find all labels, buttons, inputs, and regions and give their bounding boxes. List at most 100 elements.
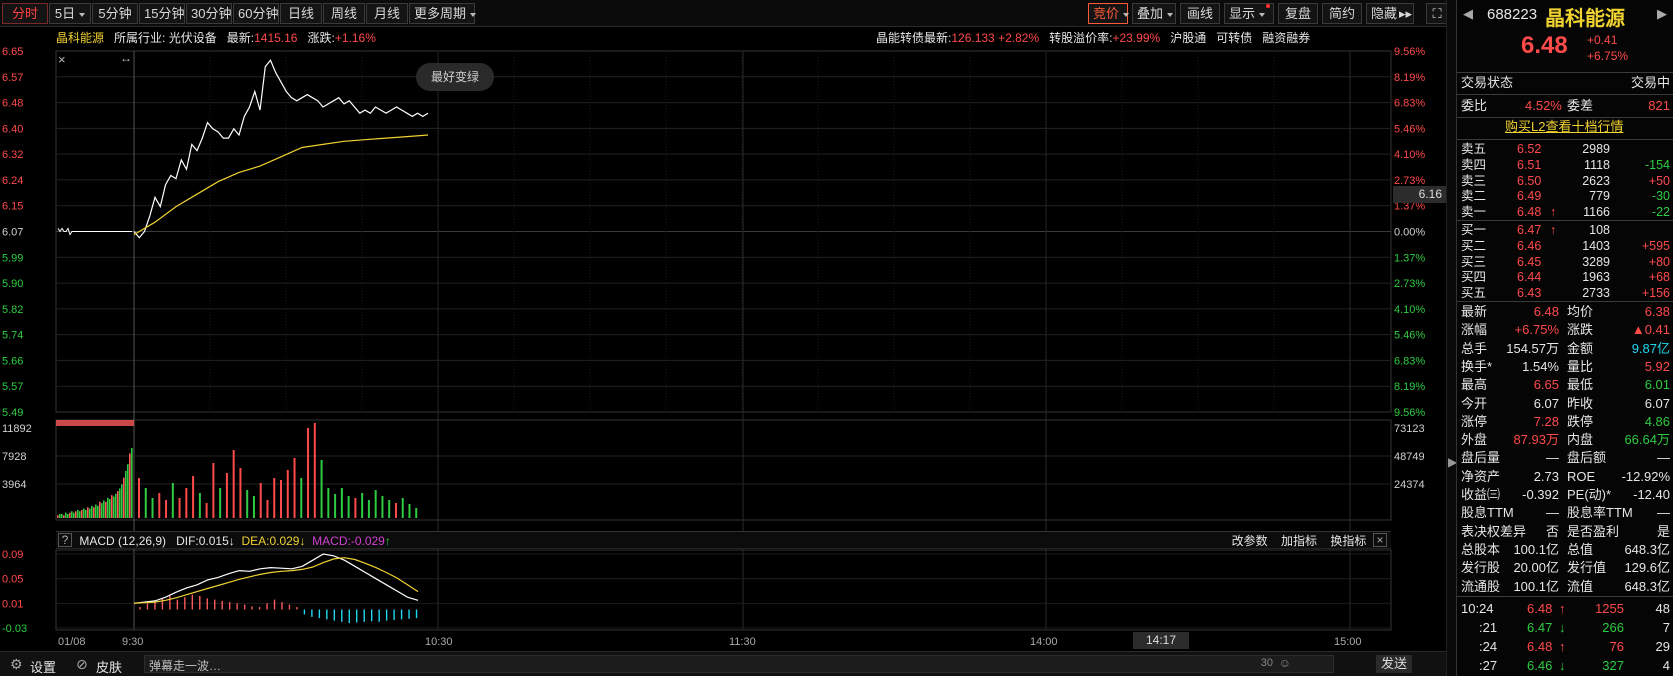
trade-state-row: 交易状态 交易中 [1457,74,1673,92]
asks-change: -22 [1651,205,1670,220]
asks-change: -30 [1651,189,1670,204]
price-tick-label: 6.65 [2,46,23,58]
stat-label: PE(动)* [1567,487,1612,502]
stat-row: 总手 154.57万 金额 9.87亿 [1457,340,1673,358]
macd-value: MACD:-0.029 [312,534,385,548]
close-icon[interactable]: × [58,52,66,67]
time-tick-label: 10:30 [425,636,453,648]
l2-link[interactable]: 购买L2查看十档行情 [1505,118,1623,136]
tick-volume: 1255 [1595,601,1624,616]
pct-tick-label: 5.46% [1394,123,1425,135]
asks-label: 卖四 [1461,157,1487,172]
stat-value: 6.07 [1644,395,1670,411]
premarket-volume-bar [101,503,103,518]
edit-params-button[interactable]: 改参数 [1232,534,1268,548]
cursor-time-label: 14:17 [1133,632,1189,649]
macd-params[interactable]: MACD (12,26,9) [79,534,166,548]
arrow-up-icon: ↑ [1559,601,1566,616]
time-tick-label: 14:00 [1030,636,1058,648]
skin-icon[interactable]: ⊘ [76,656,88,673]
add-indicator-button[interactable]: 加指标 [1281,534,1317,548]
chevron-left-icon[interactable]: ◀ [1463,6,1473,22]
stat-value: 否 [1545,523,1559,539]
premarket-volume-bar [105,501,107,518]
stat-label: 总值 [1567,541,1594,557]
premarket-volume-bar [111,495,113,518]
emoji-icon[interactable]: ☺ [1279,656,1291,670]
trade-state-value: 交易中 [1630,75,1670,90]
stat-row: 最高 6.65 最低 6.01 [1457,376,1673,394]
premarket-volume-bar [89,508,91,518]
price-change: +0.41 [1587,33,1618,47]
premarket-volume-bar [103,500,105,518]
tick-price: 6.46 [1527,658,1553,673]
stat-row: 表决权差异 否是否盈利 是 [1457,523,1673,541]
asks-price: 6.51 [1517,157,1542,172]
bids-row: 买五 6.43 2733 +156 [1457,285,1673,301]
volume-bar [185,488,188,518]
pct-tick-label: 0.00% [1394,227,1425,239]
chevron-right-icon[interactable]: ▶ [1657,6,1667,22]
asks-price: 6.52 [1517,142,1542,156]
intraday-chart[interactable]: 6.65 9.56% 6.57 8.19% 6.48 6.83% 6.40 5.46% 6.32… [0,0,1446,651]
bids-label: 买三 [1461,254,1487,269]
price-tick-label: 6.24 [2,175,23,187]
pct-tick-label: 9.56% [1394,46,1425,58]
panel-divider[interactable]: ▶ [1446,0,1457,676]
bids-price: 6.46 [1517,238,1542,253]
volume-bar [320,460,323,518]
premarket-volume-bar [107,497,109,518]
close-icon[interactable]: × [1373,533,1387,547]
time-tick-label: 9:30 [122,636,143,648]
danmu-input[interactable]: 弹幕走一波… 30 ☺ [144,655,1334,673]
stat-label: 内盘 [1567,432,1594,448]
send-button[interactable]: 发送 [1376,655,1412,673]
macd-panel-frame [55,549,1392,631]
stat-value: 66.64万 [1624,432,1670,448]
price-tick-label: 6.32 [2,149,23,161]
volume-tick-right-label: 24374 [1394,479,1425,491]
macd-dif: DIF:0.015 [176,534,229,548]
skin-button[interactable]: 皮肤 [96,657,122,676]
volume-bar [273,478,276,518]
volume-bar [171,483,174,518]
stat-value: 是 [1656,523,1670,539]
bids-change: +80 [1648,254,1670,269]
time-tick-label: 01/08 [58,636,86,648]
asks-label: 卖三 [1461,173,1487,188]
premarket-volume-bar [95,504,97,518]
bids-label: 买四 [1461,270,1487,285]
stat-value: 9.87亿 [1631,340,1670,356]
arrow-up-icon: ↑ [1550,205,1557,220]
price-tick-label: 5.49 [2,407,23,419]
stat-label: 盘后额 [1567,450,1607,466]
stat-label: 发行值 [1567,560,1607,576]
stat-value: — [1657,505,1670,521]
pct-tick-label: 8.19% [1394,381,1425,393]
price-tick-label: 5.90 [2,278,23,290]
bids-change: +68 [1648,270,1670,285]
settings-button[interactable]: 设置 [30,657,56,676]
time-tick-label: 11:30 [729,636,756,648]
gear-icon[interactable]: ⚙ [10,656,23,673]
asks-label: 卖五 [1461,142,1487,156]
volume-bar [239,468,242,518]
asks-price: 6.49 [1517,189,1542,204]
switch-indicator-button[interactable]: 换指标 [1330,534,1366,548]
stat-value: — [1657,450,1670,466]
arrow-down-icon: ↓ [228,534,235,548]
help-icon[interactable]: ? [58,533,72,547]
price-tick-label: 5.66 [2,355,23,367]
stat-row: 流通股 100.1亿 流值 648.3亿 [1457,578,1673,596]
stock-code: 688223 [1487,6,1538,23]
macd-dea-line [133,557,419,604]
premarket-volume-bar [73,512,75,518]
stat-label: ROE [1567,468,1596,484]
stat-value: 7.28 [1533,413,1559,429]
volume-bar [313,423,316,518]
bids-label: 买二 [1461,238,1487,253]
resize-icon[interactable]: ↔ [120,51,132,65]
stat-value: 100.1亿 [1513,578,1559,594]
macd-tick-label: 0.01 [2,598,23,610]
weibi-value: 4.52% [1525,98,1562,113]
